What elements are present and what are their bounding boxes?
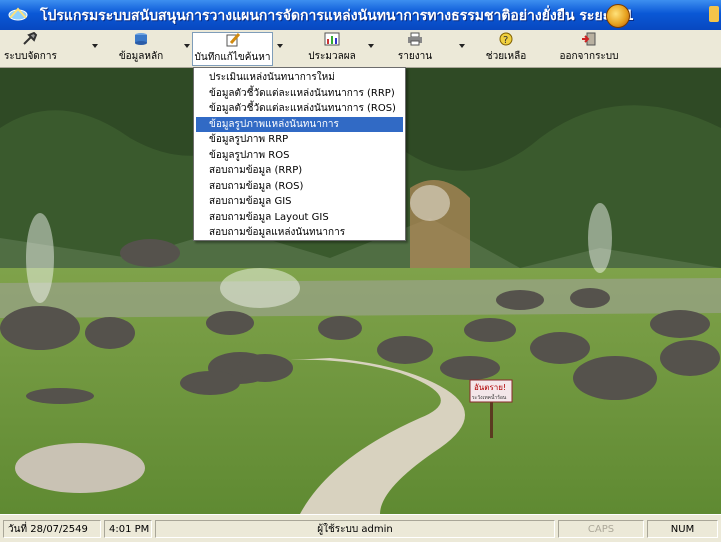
toolbar-report-button[interactable]: รายงาน [392, 32, 438, 66]
toolbar-system-button[interactable]: ระบบจัดการ [4, 32, 57, 66]
edit-search-dropdown-menu: ประเมินแหล่งนันทนาการใหม่ ข้อมูลตัวชี้วั… [193, 67, 406, 241]
menu-item[interactable]: ประเมินแหล่งนันทนาการใหม่ [194, 70, 405, 86]
chevron-down-icon[interactable] [92, 44, 98, 48]
menu-item[interactable]: สอบถามข้อมูล (ROS) [194, 179, 405, 195]
chart-icon [324, 32, 340, 46]
exit-icon [582, 32, 596, 46]
window-control-button[interactable] [709, 6, 719, 22]
app-icon [8, 7, 28, 21]
toolbar-label: ประมวลผล [308, 51, 356, 62]
toolbar-label: ระบบจัดการ [4, 51, 57, 62]
database-icon [135, 33, 147, 45]
toolbar-label: รายงาน [397, 51, 433, 62]
menu-item[interactable]: ข้อมูลรูปภาพ RRP [194, 132, 405, 148]
svg-text:?: ? [503, 35, 508, 46]
chevron-down-icon[interactable] [368, 44, 374, 48]
status-bar: วันที่ 28/07/2549 4:01 PM ผู้ใช้ระบบ adm… [0, 514, 721, 542]
toolbar-master-data-button[interactable]: ข้อมูลหลัก [113, 32, 169, 66]
toolbar-help-button[interactable]: ? ช่วยเหลือ [481, 32, 531, 66]
menu-item[interactable]: สอบถามข้อมูล (RRP) [194, 163, 405, 179]
window-title: โปรแกรมระบบสนับสนุนการวางแผนการจัดการแหล… [40, 8, 635, 24]
warning-sign-title: อันตราย! [474, 383, 506, 392]
chevron-down-icon[interactable] [459, 44, 465, 48]
toolbar-label: ข้อมูลหลัก [118, 51, 164, 62]
toolbar-label: บันทึกแก้ไขค้นหา [194, 52, 271, 63]
status-num: NUM [647, 520, 718, 538]
printer-icon [408, 32, 422, 46]
menu-item[interactable]: สอบถามข้อมูล Layout GIS [194, 210, 405, 226]
toolbar-label: ออกจากระบบ [559, 51, 619, 62]
menu-item[interactable]: ข้อมูลตัวชี้วัดแต่ละแหล่งนันทนาการ (RRP) [194, 86, 405, 102]
title-bar: โปรแกรมระบบสนับสนุนการวางแผนการจัดการแหล… [0, 0, 721, 30]
status-date: วันที่ 28/07/2549 [3, 520, 101, 538]
toolbar-edit-search-button[interactable]: บันทึกแก้ไขค้นหา [192, 32, 273, 66]
status-caps: CAPS [558, 520, 644, 538]
toolbar-label: ช่วยเหลือ [485, 51, 527, 62]
help-icon: ? [499, 32, 513, 46]
status-user: ผู้ใช้ระบบ admin [155, 520, 555, 538]
main-toolbar: ระบบจัดการ ข้อมูลหลัก บันทึกแก้ไขค้นหา ป… [0, 30, 721, 68]
menu-item[interactable]: สอบถามข้อมูลแหล่งนันทนาการ [194, 225, 405, 241]
menu-item[interactable]: สอบถามข้อมูล GIS [194, 194, 405, 210]
menu-item[interactable]: ข้อมูลตัวชี้วัดแต่ละแหล่งนันทนาการ (ROS) [194, 101, 405, 117]
menu-item[interactable]: ข้อมูลรูปภาพ ROS [194, 148, 405, 164]
agency-logo [606, 4, 630, 28]
status-time: 4:01 PM [104, 520, 152, 538]
tools-icon [23, 32, 38, 45]
toolbar-logout-button[interactable]: ออกจากระบบ [554, 32, 624, 66]
chevron-down-icon[interactable] [277, 44, 283, 48]
menu-item-selected[interactable]: ข้อมูลรูปภาพแหล่งนันทนาการ [196, 116, 403, 132]
edit-icon [226, 33, 240, 47]
toolbar-process-button[interactable]: ประมวลผล [306, 32, 358, 66]
chevron-down-icon[interactable] [184, 44, 190, 48]
